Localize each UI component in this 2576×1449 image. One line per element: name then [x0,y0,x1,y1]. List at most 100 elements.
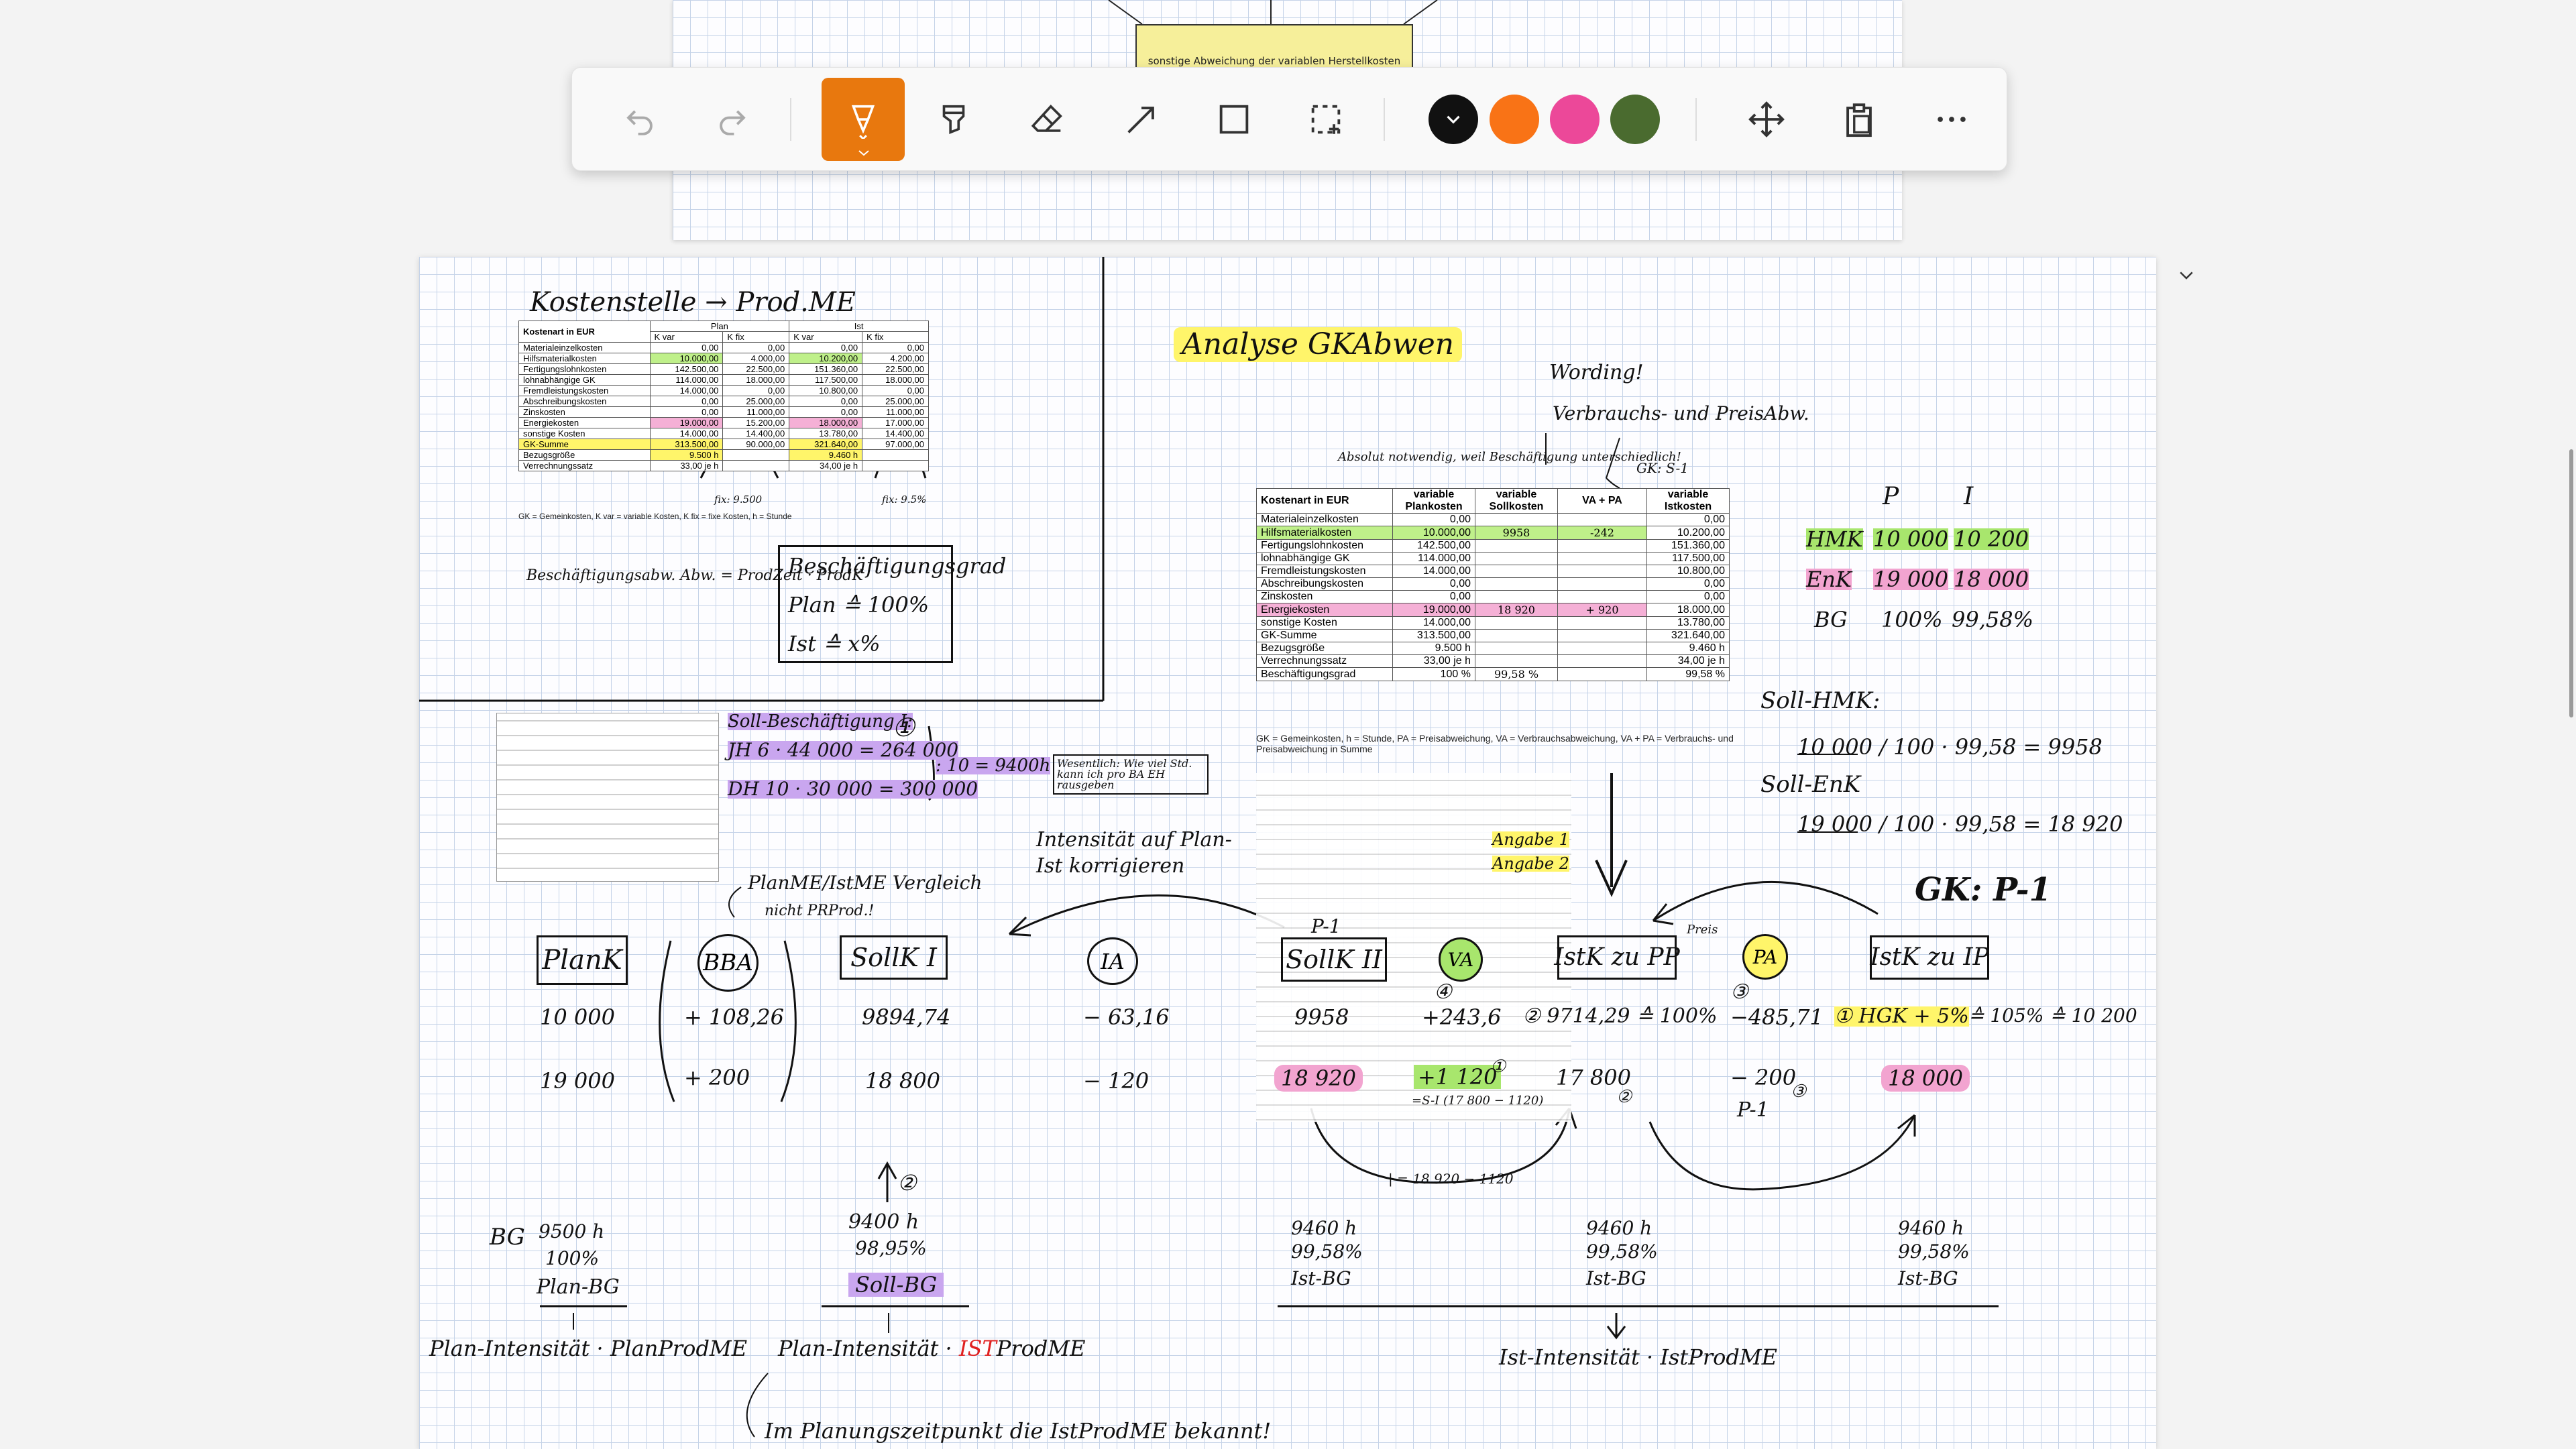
sollk1-box: SollK I [840,935,948,980]
table-cell: 114.000,00 [649,374,724,386]
bg-plan: 100% [1881,607,1943,632]
undo-button[interactable] [600,80,679,159]
p1-top-label: P-1 [1311,915,1341,937]
vertical-scrollbar[interactable] [2569,449,2573,717]
highlighter-button[interactable] [914,80,993,159]
soll-formula-a: Plan-Intensität · [778,1336,959,1361]
paste-button[interactable] [1819,80,1899,159]
plan-bg-hours: 9500 h [539,1220,605,1242]
table-cell [1475,513,1558,526]
table-small-footnote: GK = Gemeinkosten, K var = variable Kost… [518,512,792,521]
value-va-enk: +1 120 [1414,1065,1502,1089]
table-row: Bezugsgröße 9.500 h 9.460 h [1256,642,1730,655]
lasso-select-icon [1311,105,1341,134]
redo-button[interactable] [693,80,772,159]
table-cell: Fertigungslohnkosten [518,363,651,375]
toolbar-separator [1695,98,1697,141]
table-row: Materialeinzelkosten 0,00 0,00 [1256,513,1730,526]
table-cell: 19.000,00 [1392,603,1475,617]
wording-note: Wording! [1549,361,1644,384]
line-button[interactable] [1102,80,1181,159]
table-cell [1557,590,1647,603]
table-row: lohnabhängige GK 114.000,00 18.000,00 117.5… [518,374,929,386]
table-cell [1475,539,1558,553]
table-cell: 0,00 [1646,577,1730,591]
table-cell: 22.500,00 [722,363,790,375]
value-pa-hmk: −485,71 [1730,1004,1824,1030]
drawing-toolbar [571,67,2007,171]
plan-bg-percent: 100% [545,1247,600,1269]
value-bba-enk: + 200 [684,1065,750,1090]
table-cell: 9.460 h [789,449,863,461]
va-sub-note: =S-I (17 800 − 1120) [1412,1094,1544,1108]
lasso-select-button[interactable] [1286,80,1365,159]
table-cell: 33,00 je h [649,460,724,471]
table-cell: 10.000,00 [649,353,724,364]
value-va-hmk: +243,6 [1422,1004,1502,1030]
table-cell [1557,629,1647,642]
table-header: K var [649,331,724,343]
table-cell: lohnabhängige GK [1256,552,1393,565]
bg-ist: 99,58% [1952,607,2034,632]
ist-bg-1-percent: 99,58% [1291,1240,1363,1263]
ist-formula: Ist-Intensität · IstProdME [1499,1344,1777,1370]
besch-box: Beschäftigungsgrad Plan ≙ 100% Ist ≙ x% [778,545,1006,663]
ist-bg-3-label: Ist-BG [1898,1267,1958,1289]
ist-bg-2-percent: 99,58% [1586,1240,1658,1263]
ist-bg-2-hours: 9460 h [1586,1217,1653,1239]
pdf-text-block-left [496,713,719,882]
table-cell: 18.000,00 [722,374,790,386]
table-cell: 10.000,00 [1392,526,1475,540]
table-mid-footnote: GK = Gemeinkosten, h = Stunde, PA = Prei… [1256,733,1734,754]
table-row: Zinskosten 0,00 0,00 [1256,590,1730,603]
table-cell: 10.200,00 [789,353,863,364]
table-header: Ist [789,321,929,332]
table-cell: 0,00 [789,342,863,353]
color-swatch-pink[interactable] [1550,95,1600,144]
value-plank-enk: 19 000 [540,1068,615,1094]
soll-enk-calc: 19 000 / 100 · 99,58 = 18 920 [1797,811,2123,837]
plank-label: PlanK [542,945,622,976]
i-label: I [1964,483,1974,510]
table-cell: 25.000,00 [722,396,790,407]
table-cell: 90.000,00 [722,439,790,450]
ia-label: IA [1101,948,1125,974]
chevron-down-icon[interactable] [2176,265,2196,285]
table-cell [1475,590,1558,603]
table-cell: 151.360,00 [1646,539,1730,553]
table-cell: 0,00 [1392,513,1475,526]
plan-bg-label: Plan-BG [537,1275,620,1299]
value-sollk2-enk: 18 920 [1274,1065,1363,1092]
table-row: Fremdleistungskosten 14.000,00 10.800,00 [1256,565,1730,578]
planme-note: PlanME/IstME Vergleich [748,872,983,894]
eraser-button[interactable] [1008,80,1087,159]
table-header: variable Plankosten [1392,488,1475,514]
color-swatch-black[interactable] [1429,95,1478,144]
side-note: fix: 9.5% [882,494,927,506]
circled-number: ③ [1730,980,1748,1004]
table-cell [1475,642,1558,655]
table-row: Kostenart in EUR variable Plankosten var… [1256,488,1730,514]
table-cell [1557,539,1647,553]
pen-dropdown-indicator[interactable] [857,147,871,156]
color-swatch-green[interactable] [1610,95,1660,144]
color-swatch-orange[interactable] [1490,95,1539,144]
circled-number: ① [1490,1057,1506,1077]
table-cell: 0,00 [722,385,790,396]
soll-enk-title: Soll-EnK [1760,771,1861,798]
table-cell: 0,00 [649,396,724,407]
bottom-bg-label: BG [490,1224,525,1251]
plan-formula: Plan-Intensität · PlanProdME [429,1336,748,1361]
rectangle-button[interactable] [1194,80,1274,159]
table-cell: 99,58 % [1646,667,1730,681]
table-cell: Fremdleistungskosten [518,385,651,396]
table-cell: 114.000,00 [1392,552,1475,565]
table-cell: Fremdleistungskosten [1256,565,1393,578]
table-cell [862,449,929,461]
table-row: Energiekosten 19.000,00 15.200,00 18.000,00… [518,417,929,428]
pan-button[interactable] [1727,80,1806,159]
table-cell: 151.360,00 [789,363,863,375]
circled-number: ① [892,713,915,742]
more-button[interactable] [1912,80,1991,159]
table-cell: 10.200,00 [1646,526,1730,540]
